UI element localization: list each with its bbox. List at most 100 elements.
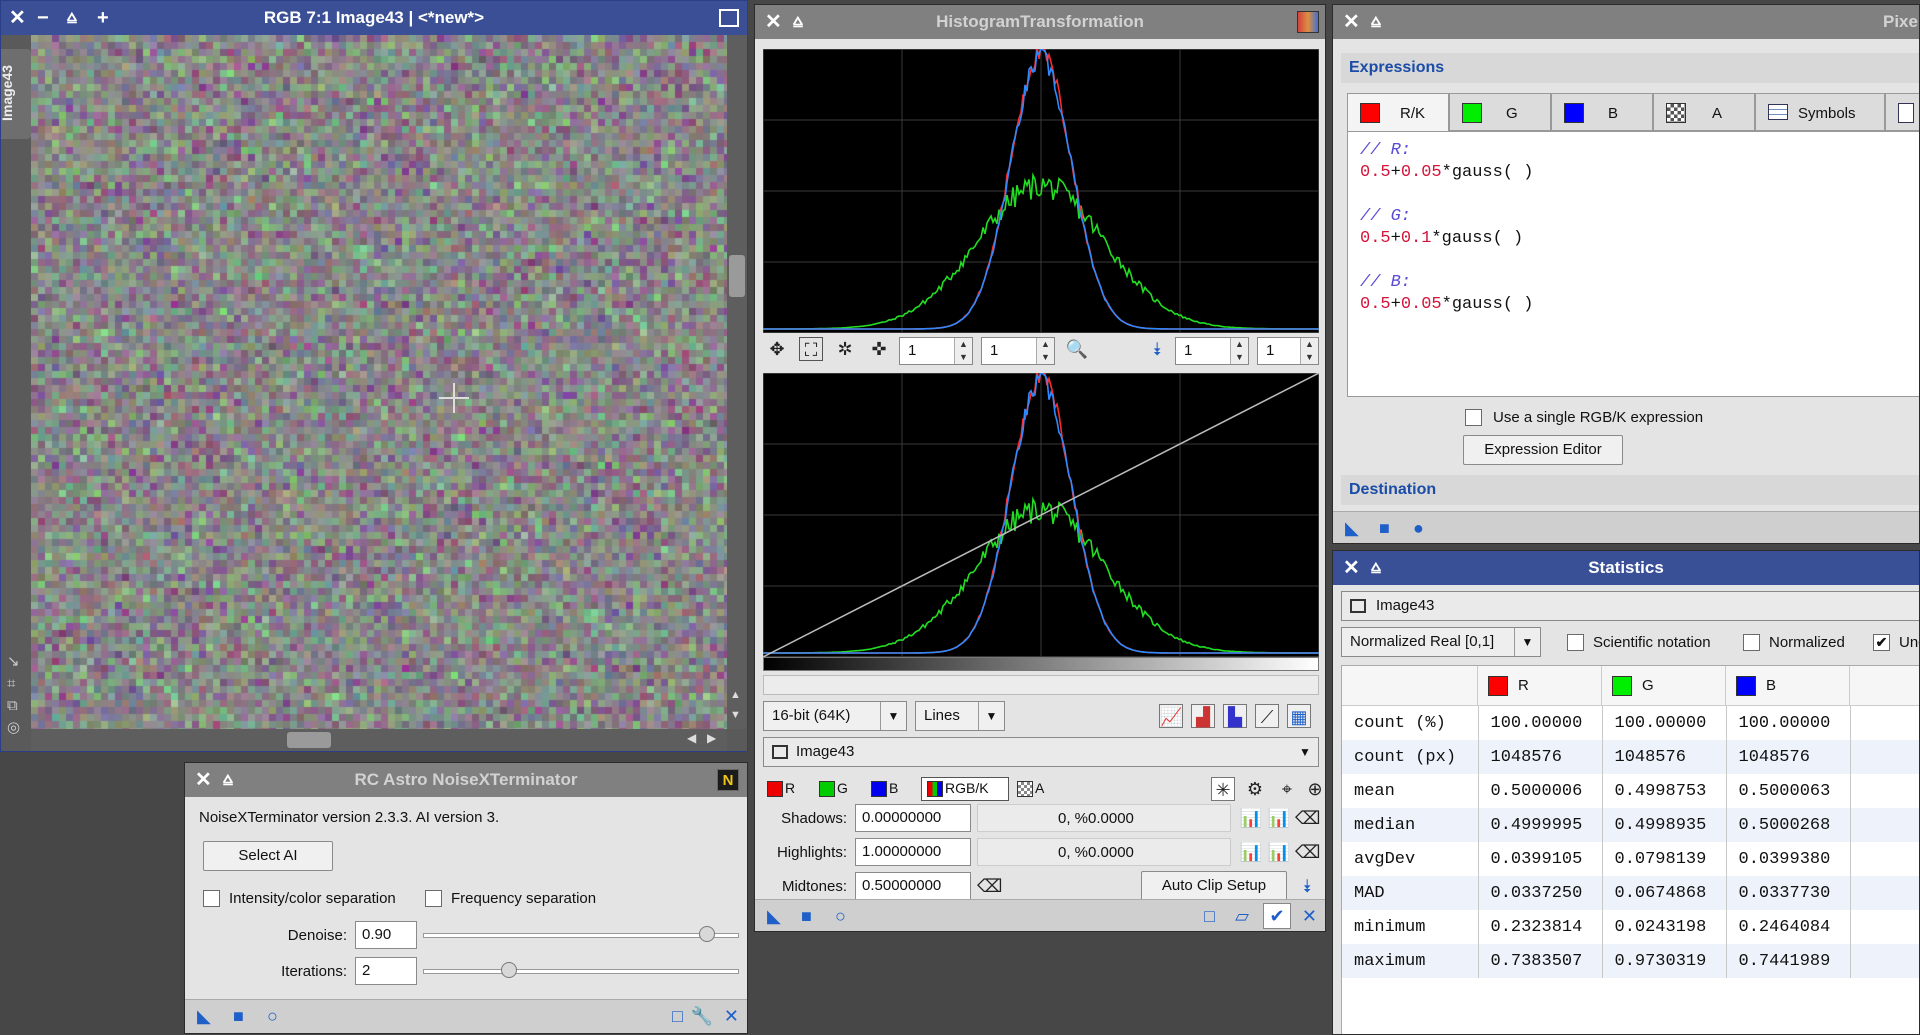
log-graph-icon[interactable]: 📈 bbox=[1159, 704, 1183, 728]
real-time-preview-icon[interactable]: ✔ bbox=[1263, 903, 1291, 929]
horizontal-zoom-1[interactable]: 1 ▲ ▼ bbox=[899, 337, 973, 365]
new-instance-icon[interactable]: ◣ bbox=[767, 906, 781, 926]
statistics-titlebar[interactable]: ✕ ⩠ Statistics bbox=[1333, 551, 1919, 585]
crop-tool-icon[interactable]: ⌗ bbox=[7, 673, 27, 695]
column-r[interactable]: R bbox=[1478, 666, 1602, 706]
unclipped-checkbox[interactable]: ✔ bbox=[1873, 634, 1890, 651]
channel-b-swatch[interactable] bbox=[871, 781, 887, 797]
fit-view-icon[interactable]: ⛶ bbox=[799, 337, 823, 361]
histogram-titlebar[interactable]: ✕ ⩠ HistogramTransformation bbox=[755, 5, 1325, 39]
image-canvas[interactable] bbox=[31, 35, 727, 729]
shadows-reset-icon[interactable]: ⌫ bbox=[1295, 806, 1320, 830]
shade-icon[interactable]: ⩠ bbox=[1371, 5, 1381, 39]
channel-r-swatch[interactable] bbox=[767, 781, 783, 797]
apply-icon[interactable]: ○ bbox=[267, 1006, 278, 1026]
preview-icon[interactable]: □ bbox=[672, 1006, 683, 1026]
tab-a[interactable]: A bbox=[1653, 93, 1755, 131]
scientific-notation-checkbox[interactable] bbox=[1567, 634, 1584, 651]
scroll-up-arrow-icon[interactable]: ▲ bbox=[730, 689, 741, 701]
close-icon[interactable]: ✕ bbox=[1343, 5, 1360, 39]
target-icon[interactable]: ⊕ bbox=[1303, 777, 1325, 801]
crosshair-icon[interactable]: ⌖ bbox=[1275, 777, 1299, 801]
tab-b[interactable]: B bbox=[1551, 93, 1653, 131]
shadows-input[interactable]: 0.00000000 bbox=[855, 804, 971, 832]
highlights-auto-icon[interactable]: 📊 bbox=[1239, 840, 1263, 864]
statistics-view-select[interactable]: Image43 bbox=[1341, 591, 1919, 621]
iterations-slider-knob[interactable] bbox=[500, 962, 517, 978]
apply-global-icon[interactable]: ■ bbox=[233, 1006, 244, 1026]
image-window-titlebar[interactable]: ✕ − ⩠ + RGB 7:1 Image43 | <*new*> bbox=[1, 1, 747, 35]
midtones-input[interactable]: 0.50000000 bbox=[855, 872, 971, 900]
expression-editor-button[interactable]: Expression Editor bbox=[1463, 435, 1623, 465]
auto-clip-setup-button[interactable]: Auto Clip Setup bbox=[1141, 871, 1287, 901]
apply-icon[interactable]: ○ bbox=[835, 906, 846, 926]
horizontal-scroll-thumb[interactable] bbox=[287, 732, 331, 748]
combined-histogram-icon[interactable]: ▙ bbox=[1223, 704, 1247, 728]
arrow-tool-icon[interactable]: ↘ bbox=[7, 651, 27, 673]
reset-icon[interactable]: ✕ bbox=[724, 1006, 739, 1026]
denoise-slider[interactable] bbox=[423, 926, 739, 942]
highlights-clip-icon[interactable]: 📊 bbox=[1267, 840, 1291, 864]
vertical-zoom-1[interactable]: 1 ▲ ▼ bbox=[981, 337, 1055, 365]
preview-icon[interactable]: □ bbox=[1204, 906, 1215, 926]
denoise-input[interactable]: 0.90 bbox=[355, 921, 417, 949]
channel-g-label[interactable]: G bbox=[837, 780, 848, 796]
channel-a-swatch[interactable] bbox=[1017, 781, 1033, 797]
denoise-slider-knob[interactable] bbox=[698, 926, 715, 942]
reset-icon[interactable]: ✕ bbox=[1302, 906, 1317, 926]
scroll-down-arrow-icon[interactable]: ▼ bbox=[730, 709, 741, 721]
intensity-separation-checkbox[interactable] bbox=[203, 890, 220, 907]
wrench-icon[interactable]: 🔧 bbox=[691, 1006, 713, 1026]
shadows-auto-icon[interactable]: 📊 bbox=[1239, 806, 1263, 830]
iterations-input[interactable]: 2 bbox=[355, 957, 417, 985]
select-ai-button[interactable]: Select AI bbox=[203, 841, 333, 871]
midtones-reset-icon[interactable]: ⌫ bbox=[977, 874, 1002, 898]
upper-histogram-graph[interactable] bbox=[763, 49, 1319, 333]
image-side-tab[interactable]: Image43 bbox=[1, 49, 31, 139]
expression-editor-area[interactable]: // R: 0.5+0.05*gauss( ) // G: 0.5+0.1*ga… bbox=[1347, 131, 1919, 397]
vertical-scrollbar[interactable]: ▲ ▼ bbox=[727, 35, 747, 729]
arrow-down-icon[interactable]: ⯯ bbox=[1145, 337, 1169, 361]
highlights-reset-icon[interactable]: ⌫ bbox=[1295, 840, 1320, 864]
maximize-icon[interactable] bbox=[719, 9, 739, 27]
new-instance-icon[interactable]: ◣ bbox=[1345, 518, 1359, 538]
vertical-scroll-thumb[interactable] bbox=[729, 255, 745, 297]
scroll-left-arrow-icon[interactable]: ◀ bbox=[687, 731, 696, 745]
resolution-select[interactable]: 16-bit (64K) ▼ bbox=[763, 701, 907, 731]
view-select[interactable]: Image43 ▼ bbox=[763, 737, 1319, 767]
column-b[interactable]: B bbox=[1726, 666, 1850, 706]
curve-icon[interactable]: ⟋ bbox=[1255, 704, 1279, 728]
apply-icon[interactable]: ● bbox=[1413, 518, 1424, 538]
pan-icon[interactable]: ✥ bbox=[765, 337, 789, 361]
frequency-separation-checkbox[interactable] bbox=[425, 890, 442, 907]
document-icon[interactable]: ▱ bbox=[1235, 906, 1249, 926]
tab-symbols[interactable]: Symbols bbox=[1755, 93, 1885, 131]
vertical-zoom-2[interactable]: 1 ▲ ▼ bbox=[1257, 337, 1319, 365]
destination-header[interactable]: Destination bbox=[1341, 475, 1919, 505]
iterations-slider[interactable] bbox=[423, 962, 739, 978]
move-icon[interactable]: ✜ bbox=[867, 337, 891, 361]
normalized-checkbox[interactable] bbox=[1743, 634, 1760, 651]
rgb-histogram-icon[interactable]: ▟ bbox=[1191, 704, 1215, 728]
settings-icon[interactable]: ⚙ bbox=[1243, 777, 1267, 801]
horizontal-scrollbar[interactable]: ◀ ▶ bbox=[31, 729, 727, 751]
single-expression-checkbox[interactable] bbox=[1465, 409, 1482, 426]
new-instance-icon[interactable]: ◣ bbox=[197, 1006, 211, 1026]
horizontal-zoom-2[interactable]: 1 ▲ ▼ bbox=[1175, 337, 1249, 365]
auto-clip-icon[interactable]: ⯯ bbox=[1295, 874, 1319, 898]
lower-histogram-graph[interactable] bbox=[763, 373, 1319, 657]
readout-icon[interactable]: ✳ bbox=[1211, 777, 1235, 801]
apply-global-icon[interactable]: ■ bbox=[1379, 518, 1390, 538]
target-tool-icon[interactable]: ◎ bbox=[7, 717, 27, 739]
range-select[interactable]: Normalized Real [0,1] ▼ bbox=[1341, 627, 1541, 657]
pixelmath-titlebar[interactable]: ✕ ⩠ Pixel bbox=[1333, 5, 1919, 39]
highlights-input[interactable]: 1.00000000 bbox=[855, 838, 971, 866]
tab-rk[interactable]: R/K bbox=[1347, 93, 1449, 131]
graph-style-select[interactable]: Lines ▼ bbox=[915, 701, 1005, 731]
zoom-fit-icon[interactable]: ✲ bbox=[833, 337, 857, 361]
shadows-clip-icon[interactable]: 📊 bbox=[1267, 806, 1291, 830]
channel-a-label[interactable]: A bbox=[1035, 780, 1044, 796]
zoom-icon[interactable]: 🔍 bbox=[1065, 337, 1089, 361]
midtones-slider-bar[interactable] bbox=[763, 657, 1319, 671]
clone-tool-icon[interactable]: ⧉ bbox=[7, 695, 27, 717]
